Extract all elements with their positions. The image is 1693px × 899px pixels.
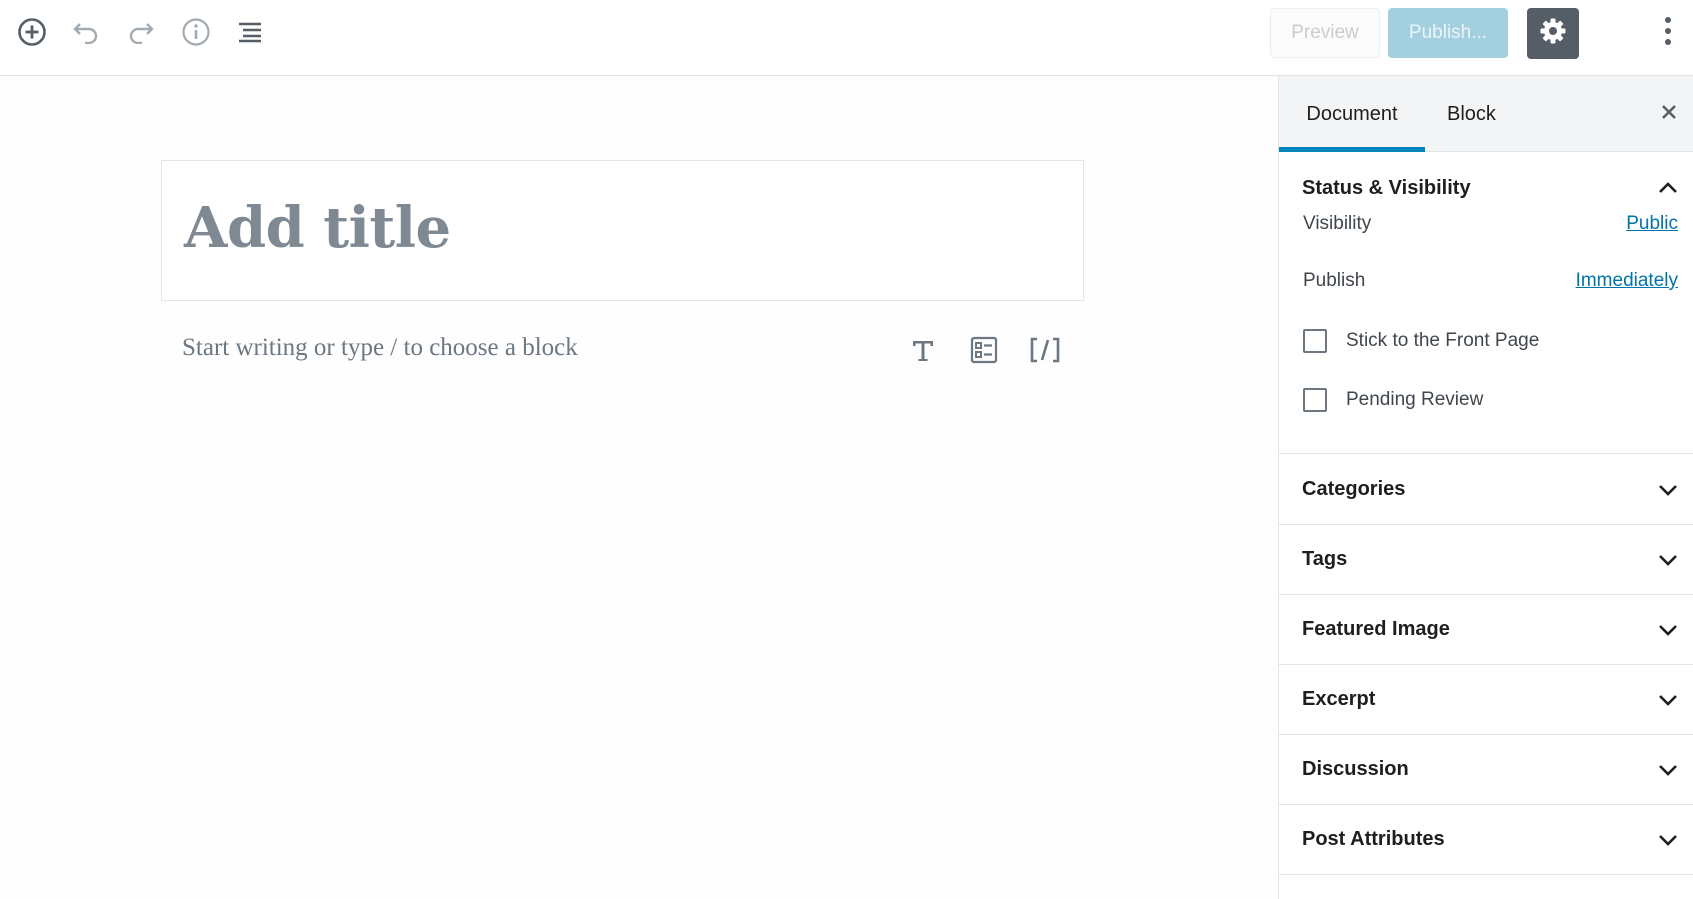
visibility-row: Visibility Public: [1303, 208, 1678, 240]
panel-title: Post Attributes: [1302, 828, 1445, 850]
close-sidebar-button[interactable]: [1653, 98, 1685, 130]
chevron-down-icon: [1656, 758, 1680, 782]
image-text-icon[interactable]: [964, 330, 1004, 370]
settings-button[interactable]: [1527, 8, 1579, 59]
sidebar-tabs: Document Block: [1279, 76, 1693, 152]
panel-title: Excerpt: [1302, 688, 1376, 710]
undo-icon[interactable]: [70, 16, 102, 48]
discussion-panel[interactable]: Discussion: [1279, 735, 1693, 805]
add-block-icon[interactable]: [16, 16, 48, 48]
shortcode-icon[interactable]: [1025, 330, 1065, 370]
status-visibility-panel: Status & Visibility Visibility Public Pu…: [1279, 153, 1693, 454]
chevron-down-icon: [1656, 478, 1680, 502]
publish-button[interactable]: Publish...: [1388, 8, 1508, 58]
tags-panel[interactable]: Tags: [1279, 525, 1693, 595]
panel-title: Categories: [1302, 478, 1406, 500]
title-placeholder: Add title: [184, 195, 451, 261]
pending-review-label: Pending Review: [1346, 389, 1484, 410]
sticky-checkbox[interactable]: [1303, 329, 1327, 353]
paragraph-icon[interactable]: [903, 330, 943, 370]
panel-title: Featured Image: [1302, 618, 1450, 640]
excerpt-panel[interactable]: Excerpt: [1279, 665, 1693, 735]
pending-review-option[interactable]: Pending Review: [1303, 384, 1483, 416]
gear-icon: [1539, 17, 1567, 50]
post-attributes-panel[interactable]: Post Attributes: [1279, 805, 1693, 875]
publish-label: Publish: [1303, 270, 1366, 291]
tab-document[interactable]: Document: [1279, 76, 1425, 152]
close-icon: [1661, 104, 1677, 125]
editor-header: Preview Publish...: [0, 0, 1693, 76]
panel-title: Status & Visibility: [1302, 176, 1471, 199]
visibility-link[interactable]: Public: [1626, 213, 1678, 235]
chevron-up-icon: [1656, 176, 1680, 200]
pending-review-checkbox[interactable]: [1303, 388, 1327, 412]
more-vertical-icon: [1664, 16, 1672, 51]
tab-document-label: Document: [1306, 102, 1398, 125]
publish-date-link[interactable]: Immediately: [1576, 270, 1678, 292]
chevron-down-icon: [1656, 548, 1680, 572]
paragraph-placeholder[interactable]: Start writing or type / to choose a bloc…: [182, 334, 578, 362]
visibility-label: Visibility: [1303, 213, 1372, 234]
block-navigation-icon[interactable]: [234, 16, 266, 48]
sticky-option[interactable]: Stick to the Front Page: [1303, 325, 1539, 357]
publish-row: Publish Immediately: [1303, 265, 1678, 297]
chevron-down-icon: [1656, 618, 1680, 642]
settings-sidebar: Document Block Status & Visibility Visib…: [1278, 76, 1693, 899]
panel-title: Discussion: [1302, 758, 1409, 780]
preview-button[interactable]: Preview: [1270, 8, 1380, 58]
editor-canvas: Add title Start writing or type / to cho…: [0, 76, 1278, 899]
post-title-field[interactable]: Add title: [161, 160, 1084, 301]
sticky-label: Stick to the Front Page: [1346, 330, 1540, 351]
tab-block-label: Block: [1447, 102, 1496, 125]
info-icon[interactable]: [180, 16, 212, 48]
categories-panel[interactable]: Categories: [1279, 455, 1693, 525]
more-menu-button[interactable]: [1652, 15, 1684, 51]
tab-block[interactable]: Block: [1447, 76, 1496, 152]
panel-title: Tags: [1302, 548, 1348, 570]
featured-image-panel[interactable]: Featured Image: [1279, 595, 1693, 665]
chevron-down-icon: [1656, 828, 1680, 852]
redo-icon[interactable]: [125, 16, 157, 48]
chevron-down-icon: [1656, 688, 1680, 712]
